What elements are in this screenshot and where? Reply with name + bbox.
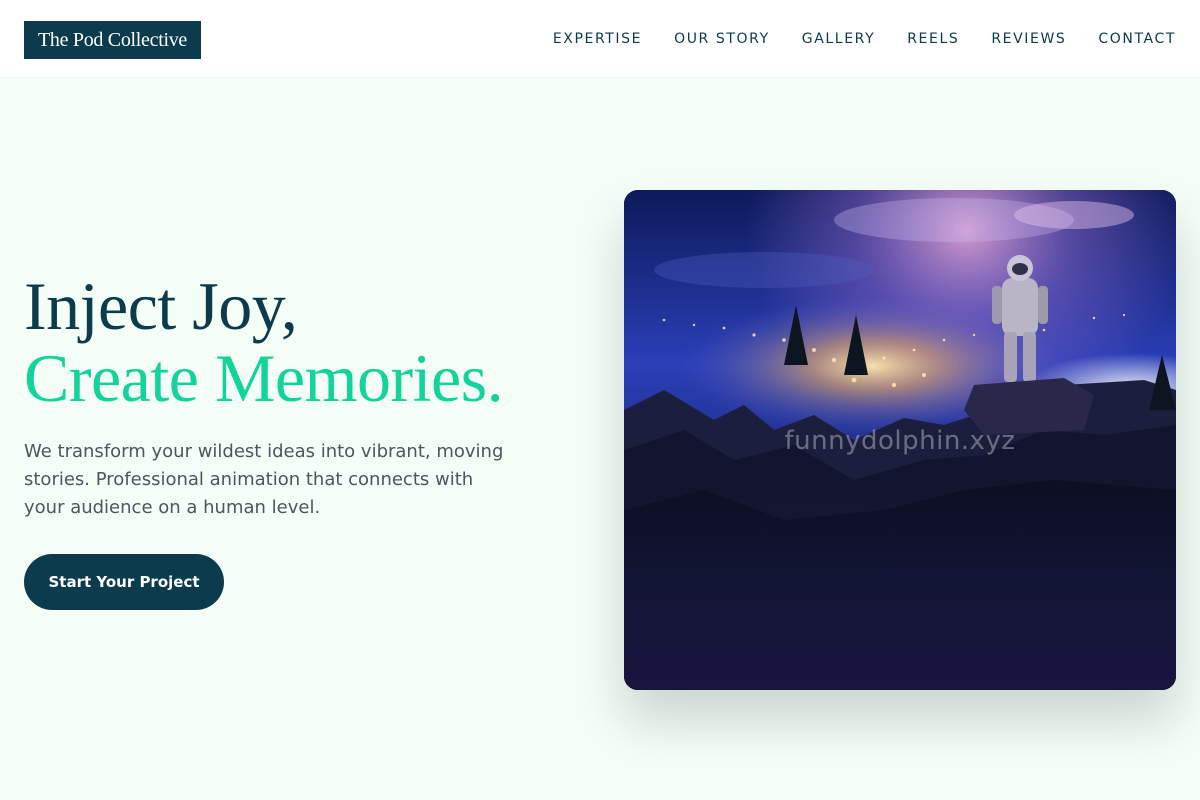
start-project-button[interactable]: Start Your Project	[24, 554, 224, 610]
hero-image: funnydolphin.xyz	[624, 190, 1176, 690]
nav-link-contact[interactable]: CONTACT	[1098, 31, 1176, 47]
hero-headline-line1: Inject Joy,	[24, 268, 298, 344]
image-watermark: funnydolphin.xyz	[784, 426, 1016, 456]
nav-link-reels[interactable]: REELS	[907, 31, 959, 47]
main-nav: EXPERTISE OUR STORY GALLERY REELS REVIEW…	[553, 0, 1176, 78]
nav-link-expertise[interactable]: EXPERTISE	[553, 31, 642, 47]
site-header: The Pod Collective EXPERTISE OUR STORY G…	[0, 0, 1200, 78]
nav-link-reviews[interactable]: REVIEWS	[991, 31, 1066, 47]
nav-link-our-story[interactable]: OUR STORY	[674, 31, 770, 47]
hero-description: We transform your wildest ideas into vib…	[24, 441, 504, 518]
nav-link-gallery[interactable]: GALLERY	[802, 31, 875, 47]
brand-logo[interactable]: The Pod Collective	[24, 21, 201, 59]
hero-headline: Inject Joy, Create Memories.	[24, 268, 504, 416]
hero-headline-line2: Create Memories.	[24, 340, 504, 416]
